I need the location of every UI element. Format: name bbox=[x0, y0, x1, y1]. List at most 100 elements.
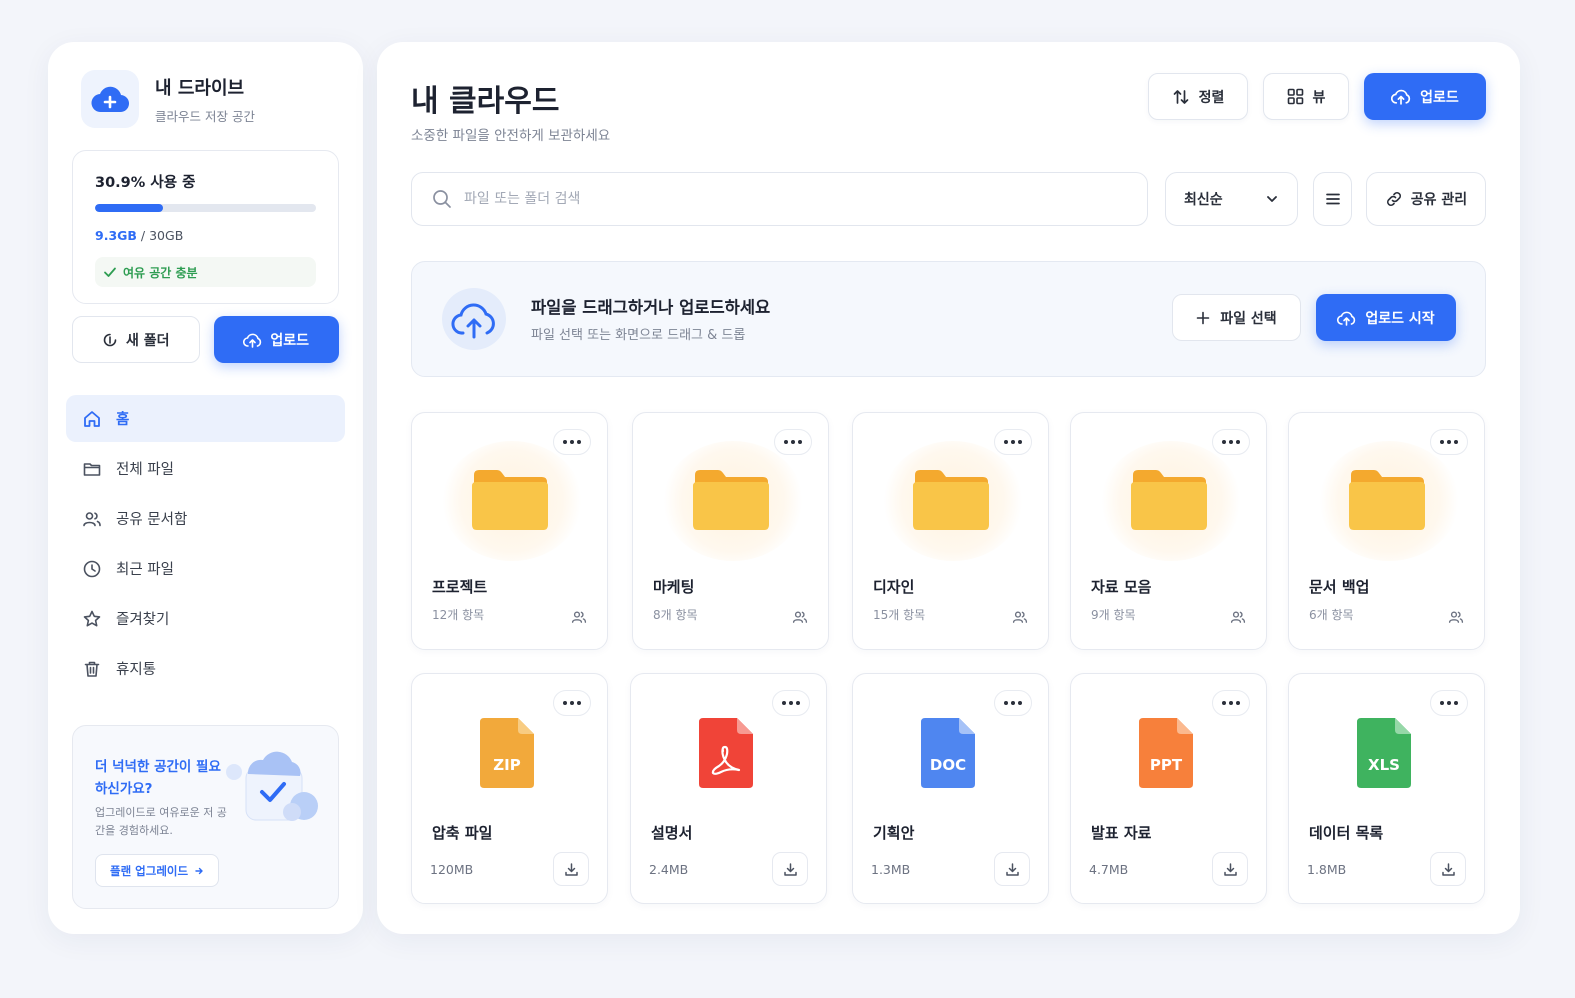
plus-icon bbox=[1196, 311, 1210, 324]
home-icon bbox=[82, 409, 102, 429]
users-icon bbox=[792, 611, 808, 623]
sidebar-item-favorites[interactable]: 즐겨찾기 bbox=[66, 595, 345, 642]
more-options-button[interactable] bbox=[1430, 690, 1468, 716]
view-button[interactable]: 뷰 bbox=[1263, 73, 1349, 120]
more-options-button[interactable] bbox=[772, 690, 810, 716]
chevron-right-icon bbox=[195, 867, 203, 874]
folder-item-count: 6개 항목 bbox=[1309, 608, 1354, 622]
storage-progress-fill bbox=[95, 204, 164, 212]
cloud-upload-icon bbox=[243, 333, 262, 348]
search-input[interactable] bbox=[464, 191, 1104, 207]
xls-file-icon: XLS bbox=[1357, 718, 1411, 788]
more-options-button[interactable] bbox=[1212, 429, 1250, 455]
folder-item-count: 12개 항목 bbox=[432, 608, 485, 622]
file-size: 2.4MB bbox=[649, 862, 689, 877]
promo-description: 업그레이드로 여유로운 저 공간을 경험하세요. bbox=[95, 806, 227, 837]
users-icon bbox=[1448, 611, 1464, 623]
folder-card[interactable]: 디자인 15개 항목 bbox=[852, 412, 1049, 650]
storage-status-badge: 여유 공간 충분 bbox=[95, 257, 316, 287]
sidebar-item-shared[interactable]: 공유 문서함 bbox=[66, 495, 345, 542]
more-options-button[interactable] bbox=[774, 429, 812, 455]
folder-item-count: 8개 항목 bbox=[653, 608, 698, 622]
page-title: 내 클라우드 bbox=[411, 84, 560, 119]
header-upload-label: 업로드 bbox=[1420, 89, 1459, 106]
trash-icon bbox=[82, 659, 102, 679]
folder-card[interactable]: 마케팅 8개 항목 bbox=[632, 412, 829, 650]
folder-card[interactable]: 자료 모음 9개 항목 bbox=[1070, 412, 1267, 650]
users-icon bbox=[571, 611, 587, 623]
sidebar-item-label: 홈 bbox=[116, 412, 130, 428]
zip-file-icon: ZIP bbox=[480, 718, 534, 788]
check-icon bbox=[104, 267, 116, 277]
file-card[interactable]: ZIP 압축 파일 120MB bbox=[411, 673, 608, 904]
sidebar-item-label: 휴지통 bbox=[116, 662, 157, 678]
select-file-button[interactable]: 파일 선택 bbox=[1172, 294, 1301, 341]
sidebar-item-trash[interactable]: 휴지통 bbox=[66, 645, 345, 692]
sort-dropdown[interactable]: 최신순 bbox=[1165, 172, 1298, 226]
more-options-button[interactable] bbox=[994, 429, 1032, 455]
brand-title: 내 드라이브 bbox=[155, 77, 245, 99]
list-view-button[interactable] bbox=[1313, 172, 1352, 226]
brand-subtitle: 클라우드 저장 공간 bbox=[155, 108, 255, 124]
sidebar-item-all-files[interactable]: 전체 파일 bbox=[66, 445, 345, 492]
storage-usage-label: 30.9% 사용 중 bbox=[95, 175, 196, 191]
more-options-button[interactable] bbox=[1430, 429, 1468, 455]
file-name: 데이터 목록 bbox=[1309, 824, 1384, 842]
folder-icon bbox=[913, 470, 989, 530]
folder-icon bbox=[82, 459, 102, 479]
header-upload-button[interactable]: 업로드 bbox=[1364, 73, 1486, 120]
share-manage-button[interactable]: 공유 관리 bbox=[1366, 172, 1486, 226]
upgrade-plan-button[interactable]: 플랜 업그레이드 bbox=[95, 854, 220, 887]
search-icon bbox=[433, 190, 451, 208]
ppt-file-icon: PPT bbox=[1139, 718, 1193, 788]
download-button[interactable] bbox=[1430, 852, 1466, 886]
more-options-button[interactable] bbox=[994, 690, 1032, 716]
file-card[interactable]: XLS 데이터 목록 1.8MB bbox=[1288, 673, 1485, 904]
folder-name: 디자인 bbox=[873, 578, 915, 596]
pdf-file-icon: PDF bbox=[699, 718, 753, 788]
folder-icon bbox=[472, 470, 548, 530]
storage-used: 9.3GB bbox=[95, 228, 137, 243]
folder-item-count: 15개 항목 bbox=[873, 608, 926, 622]
new-folder-button[interactable]: 새 폴더 bbox=[72, 316, 200, 363]
file-card[interactable]: PPT 발표 자료 4.7MB bbox=[1070, 673, 1267, 904]
folder-card[interactable]: 프로젝트 12개 항목 bbox=[411, 412, 608, 650]
search-bar[interactable] bbox=[411, 172, 1148, 226]
download-icon bbox=[564, 862, 578, 876]
doc-file-icon: DOC bbox=[921, 718, 975, 788]
storage-status-text: 여유 공간 충분 bbox=[123, 265, 198, 280]
file-name: 발표 자료 bbox=[1091, 824, 1152, 842]
more-options-button[interactable] bbox=[553, 690, 591, 716]
file-size: 1.8MB bbox=[1307, 862, 1347, 877]
folder-name: 프로젝트 bbox=[432, 578, 488, 596]
folder-card[interactable]: 문서 백업 6개 항목 bbox=[1288, 412, 1485, 650]
download-button[interactable] bbox=[772, 852, 808, 886]
file-card[interactable]: DOC 기획안 1.3MB bbox=[852, 673, 1049, 904]
view-label: 뷰 bbox=[1312, 89, 1326, 106]
sidebar-upload-button[interactable]: 업로드 bbox=[213, 316, 339, 363]
download-button[interactable] bbox=[1212, 852, 1248, 886]
download-icon bbox=[783, 862, 797, 876]
more-options-button[interactable] bbox=[553, 429, 591, 455]
sidebar-item-home[interactable]: 홈 bbox=[66, 395, 345, 442]
upload-dropzone[interactable]: 파일을 드래그하거나 업로드하세요 파일 선택 또는 화면으로 드래그 & 드롭… bbox=[411, 261, 1486, 377]
share-manage-label: 공유 관리 bbox=[1410, 192, 1468, 208]
more-options-button[interactable] bbox=[1212, 690, 1250, 716]
download-icon bbox=[1441, 862, 1455, 876]
main-panel: 내 클라우드 소중한 파일을 안전하게 보관하세요 정렬 뷰 업로드 최신순 공… bbox=[377, 42, 1520, 934]
folder-item-count: 9개 항목 bbox=[1091, 608, 1136, 622]
cloud-upload-icon bbox=[1337, 311, 1356, 326]
download-button[interactable] bbox=[553, 852, 589, 886]
sort-button[interactable]: 정렬 bbox=[1148, 73, 1248, 120]
download-icon bbox=[1223, 862, 1237, 876]
file-card[interactable]: PDF 설명서 2.4MB bbox=[630, 673, 827, 904]
new-folder-label: 새 폴더 bbox=[125, 332, 170, 349]
folder-icon bbox=[693, 470, 769, 530]
download-icon bbox=[1005, 862, 1019, 876]
download-button[interactable] bbox=[994, 852, 1030, 886]
folder-icon bbox=[1131, 470, 1207, 530]
sidebar-item-recent[interactable]: 최근 파일 bbox=[66, 545, 345, 592]
start-upload-button[interactable]: 업로드 시작 bbox=[1316, 294, 1456, 341]
brand: 내 드라이브 클라우드 저장 공간 bbox=[81, 70, 255, 128]
storage-progress-bar bbox=[95, 204, 316, 212]
